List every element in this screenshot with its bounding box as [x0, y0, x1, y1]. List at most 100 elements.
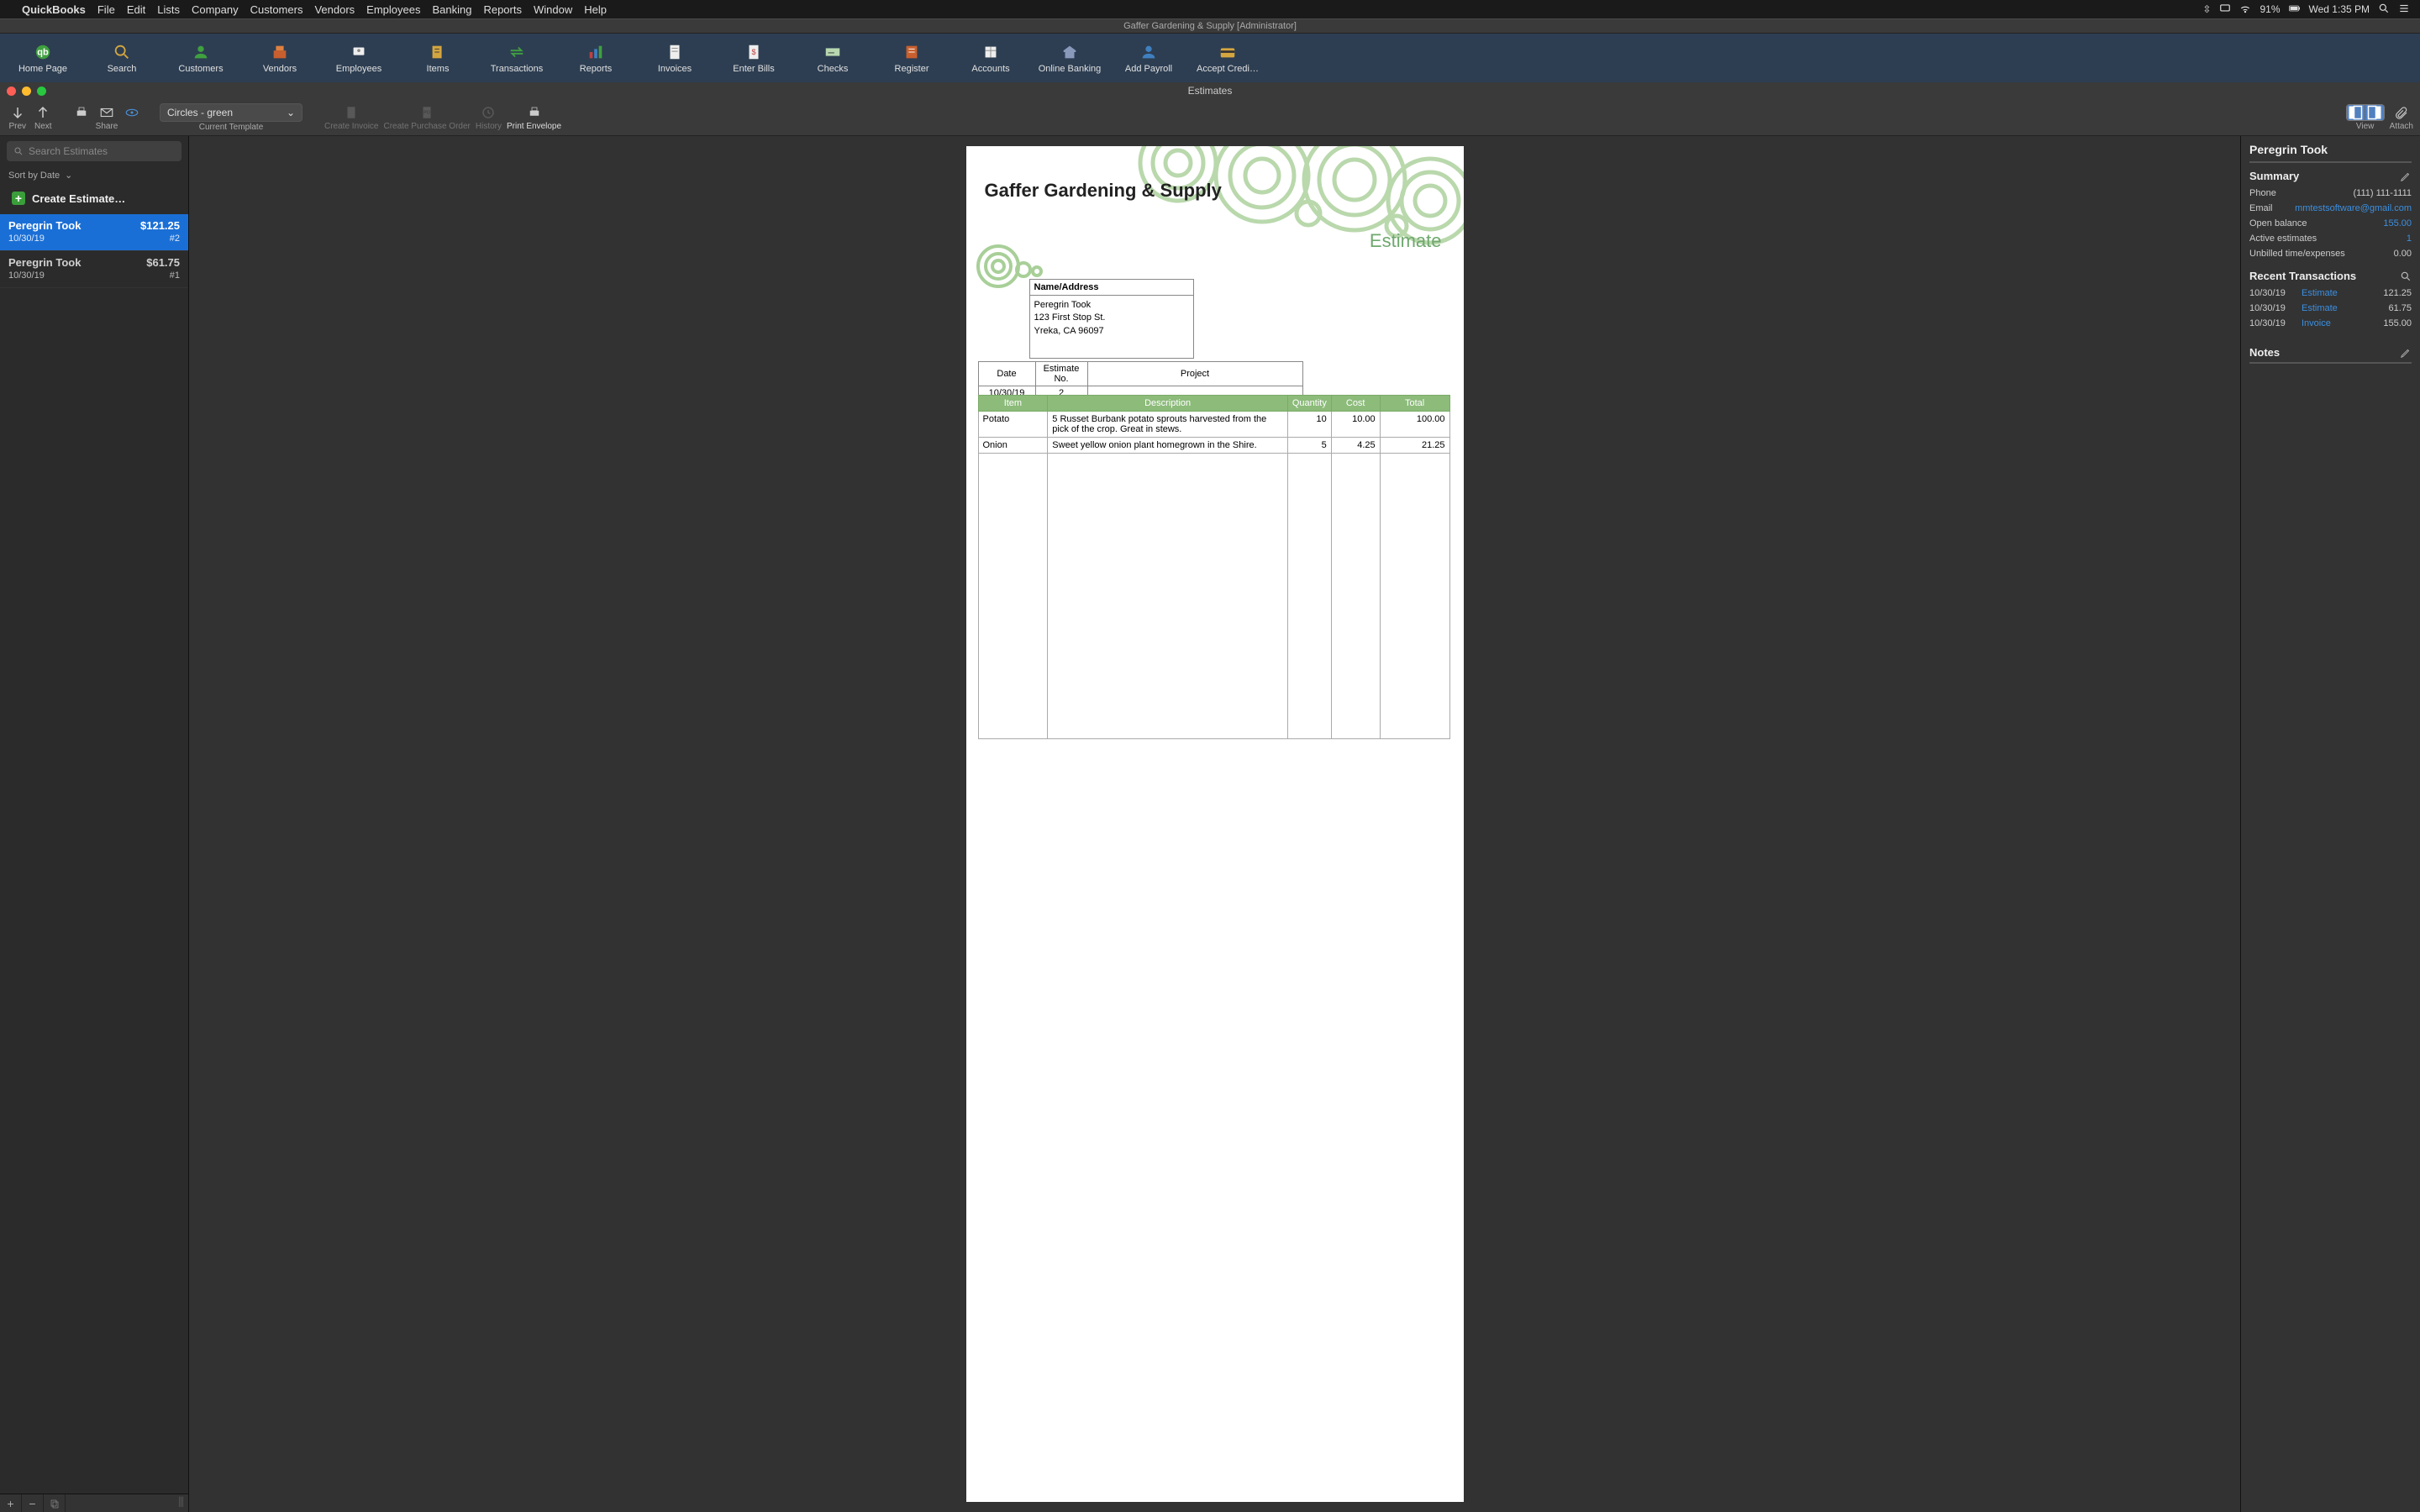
svg-text:qb: qb: [37, 47, 49, 57]
estimates-sidebar: Search Estimates Sort by Date⌄ + Create …: [0, 136, 189, 1512]
battery-pct: 91%: [2260, 3, 2280, 15]
prev-button[interactable]: [7, 104, 29, 121]
menu-help[interactable]: Help: [584, 3, 607, 16]
toolbar-enter-bills[interactable]: $Enter Bills: [714, 34, 793, 81]
toolbar-home-page[interactable]: qbHome Page: [3, 34, 82, 81]
panel-view-toggle[interactable]: [2346, 104, 2385, 121]
zoom-window-button[interactable]: [37, 87, 46, 96]
toolbar-reports[interactable]: Reports: [556, 34, 635, 81]
open-balance-link[interactable]: 155.00: [2383, 218, 2412, 228]
unbilled-value: 0.00: [2394, 249, 2412, 259]
menu-file[interactable]: File: [97, 3, 115, 16]
print-button[interactable]: [71, 104, 92, 121]
panel-toggle-right[interactable]: [2365, 105, 2384, 120]
toolbar-checks[interactable]: Checks: [793, 34, 872, 81]
document-title: Estimate: [1370, 230, 1442, 252]
summary-heading: Summary: [2249, 170, 2299, 182]
list-item[interactable]: Peregrin Took$121.2510/30/19#2: [0, 214, 188, 251]
transaction-row[interactable]: 10/30/19Invoice155.00: [2249, 316, 2412, 331]
edit-notes-icon[interactable]: [2400, 347, 2412, 359]
transaction-row[interactable]: 10/30/19Estimate61.75: [2249, 301, 2412, 316]
template-select[interactable]: Circles - green⌄: [160, 103, 302, 122]
customer-name-heading: Peregrin Took: [2249, 143, 2412, 156]
chevron-down-icon: ⌄: [65, 170, 72, 181]
estimates-list: Peregrin Took$121.2510/30/19#2Peregrin T…: [0, 214, 188, 1494]
app-menu[interactable]: QuickBooks: [22, 3, 86, 16]
menu-banking[interactable]: Banking: [432, 3, 471, 16]
toolbar-add-payroll[interactable]: Add Payroll: [1109, 34, 1188, 81]
transaction-row[interactable]: 10/30/19Estimate121.25: [2249, 286, 2412, 301]
sort-dropdown[interactable]: Sort by Date⌄: [0, 166, 188, 184]
next-button[interactable]: [32, 104, 54, 121]
menu-edit[interactable]: Edit: [127, 3, 145, 16]
toolbar-accept-credit[interactable]: Accept Credi…: [1188, 34, 1267, 81]
name-address-box: Name/Address Peregrin Took123 First Stop…: [1029, 279, 1194, 359]
menu-vendors[interactable]: Vendors: [314, 3, 355, 16]
toolbar-items[interactable]: Items: [398, 34, 477, 81]
estimates-window-titlebar[interactable]: Estimates: [0, 82, 2420, 99]
toolbar-customers[interactable]: Customers: [161, 34, 240, 81]
document-company-name: Gaffer Gardening & Supply: [985, 180, 1222, 202]
preview-button[interactable]: [121, 104, 143, 121]
traffic-lights: [7, 87, 46, 96]
toolbar-vendors[interactable]: Vendors: [240, 34, 319, 81]
window-titlebar: Gaffer Gardening & Supply [Administrator…: [0, 18, 2420, 34]
attach-button[interactable]: Attach: [2390, 104, 2413, 131]
document-canvas[interactable]: Gaffer Gardening & Supply Estimate Name/…: [189, 136, 2240, 1512]
clock[interactable]: Wed 1:35 PM: [2309, 3, 2370, 15]
minimize-window-button[interactable]: [22, 87, 31, 96]
battery-icon[interactable]: [2289, 3, 2301, 17]
menu-company[interactable]: Company: [192, 3, 239, 16]
customer-phone: (111) 111-1111: [2353, 188, 2412, 198]
toolbar-register[interactable]: Register: [872, 34, 951, 81]
toolbar-invoices[interactable]: Invoices: [635, 34, 714, 81]
table-row: OnionSweet yellow onion plant homegrown …: [978, 438, 1449, 454]
search-estimates-input[interactable]: Search Estimates: [7, 141, 182, 161]
menu-reports[interactable]: Reports: [483, 3, 522, 16]
toolbar-search[interactable]: Search: [82, 34, 161, 81]
toolbar-employees[interactable]: Employees: [319, 34, 398, 81]
menu-customers[interactable]: Customers: [250, 3, 303, 16]
add-estimate-button[interactable]: +: [0, 1494, 22, 1512]
search-transactions-icon[interactable]: [2400, 270, 2412, 282]
remove-estimate-button[interactable]: −: [22, 1494, 44, 1512]
estimates-window-title: Estimates: [1188, 85, 1233, 97]
list-item[interactable]: Peregrin Took$61.7510/30/19#1: [0, 251, 188, 288]
screen-share-icon[interactable]: [2219, 3, 2231, 17]
sidebar-footer: + − ⦀: [0, 1494, 188, 1512]
control-center-icon[interactable]: [2398, 3, 2410, 17]
create-po-button: PO Create Purchase Order: [383, 104, 470, 131]
panel-toggle-left[interactable]: [2347, 105, 2365, 120]
window-title: Gaffer Gardening & Supply [Administrator…: [1123, 21, 1297, 31]
main-toolbar: qbHome Page Search Customers Vendors Emp…: [0, 34, 2420, 82]
notes-heading: Notes: [2249, 346, 2280, 359]
customer-info-panel: Peregrin Took Summary Phone(111) 111-111…: [2240, 136, 2420, 1512]
wifi-icon[interactable]: [2239, 3, 2251, 17]
email-button[interactable]: [96, 104, 118, 121]
sidebar-resize-grip[interactable]: ⦀: [178, 1496, 188, 1511]
recent-transactions-heading: Recent Transactions: [2249, 270, 2356, 282]
secondary-toolbar: PrevNext Share Circles - green⌄ Current …: [0, 99, 2420, 136]
active-estimates-link[interactable]: 1: [2407, 234, 2412, 244]
table-row: Potato5 Russet Burbank potato sprouts ha…: [978, 412, 1449, 438]
history-button: History: [476, 104, 502, 131]
updown-icon[interactable]: ⇳: [2202, 3, 2211, 15]
menu-employees[interactable]: Employees: [366, 3, 420, 16]
svg-text:$: $: [751, 47, 755, 55]
svg-text:PO: PO: [424, 110, 430, 115]
menu-window[interactable]: Window: [534, 3, 572, 16]
create-estimate-button[interactable]: + Create Estimate…: [7, 187, 182, 209]
chevron-down-icon: ⌄: [287, 107, 295, 118]
menu-lists[interactable]: Lists: [157, 3, 180, 16]
toolbar-online-banking[interactable]: Online Banking: [1030, 34, 1109, 81]
edit-summary-icon[interactable]: [2400, 171, 2412, 182]
duplicate-estimate-button[interactable]: [44, 1494, 66, 1512]
customer-email-link[interactable]: mmtestsoftware@gmail.com: [2295, 203, 2412, 213]
estimate-document: Gaffer Gardening & Supply Estimate Name/…: [966, 146, 1464, 1502]
close-window-button[interactable]: [7, 87, 16, 96]
print-envelope-button[interactable]: Print Envelope: [507, 104, 561, 131]
search-placeholder: Search Estimates: [29, 145, 108, 157]
toolbar-accounts[interactable]: Accounts: [951, 34, 1030, 81]
toolbar-transactions[interactable]: Transactions: [477, 34, 556, 81]
spotlight-icon[interactable]: [2378, 3, 2390, 17]
